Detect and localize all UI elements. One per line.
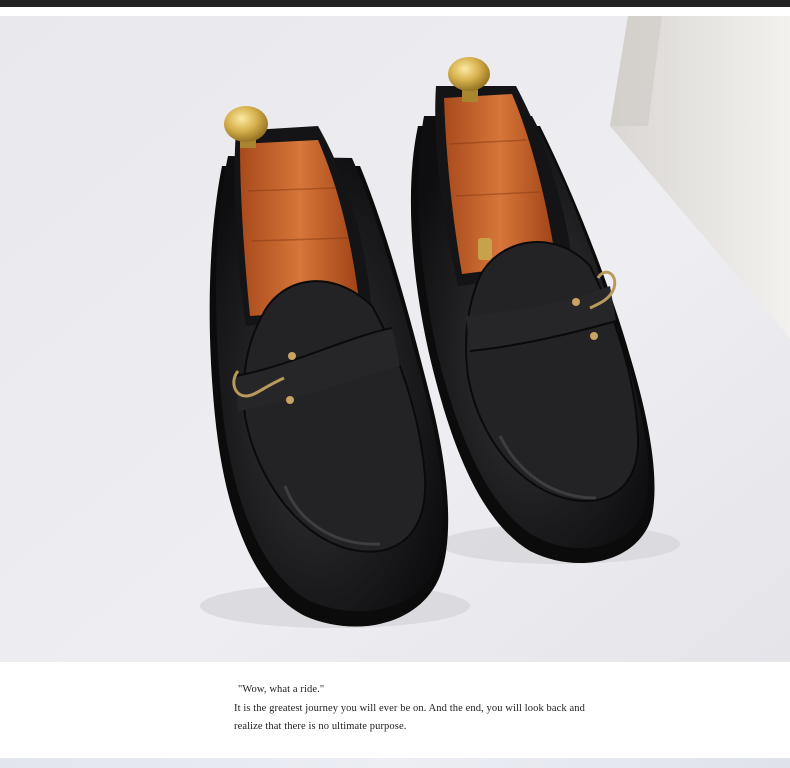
bottom-photo-strip	[0, 758, 790, 768]
top-divider-bar	[0, 0, 790, 7]
caption-line-2: realize that there is no ultimate purpos…	[234, 721, 407, 732]
caption-line-1: It is the greatest journey you will ever…	[234, 703, 585, 714]
caption-block: "Wow, what a ride." It is the greatest j…	[0, 662, 790, 758]
product-photo	[0, 16, 790, 662]
caption-quote: "Wow, what a ride."	[238, 684, 325, 695]
